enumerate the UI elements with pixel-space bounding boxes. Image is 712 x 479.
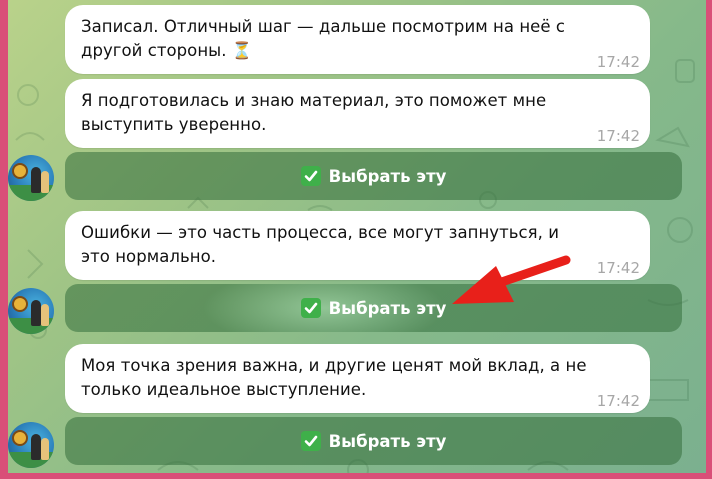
button-label: Выбрать эту — [328, 166, 447, 186]
message-time: 17:42 — [596, 259, 640, 277]
avatar-figure — [31, 300, 41, 326]
message-bubble: Записал. Отличный шаг — дальше посмотрим… — [65, 5, 650, 74]
message-bubble: Моя точка зрения важна, и другие ценят м… — [65, 344, 650, 413]
chat-window: Записал. Отличный шаг — дальше посмотрим… — [8, 0, 706, 473]
avatar-figure — [41, 171, 49, 193]
choose-option-button[interactable]: Выбрать эту — [65, 284, 682, 332]
check-mark-icon — [300, 166, 321, 186]
check-mark-icon — [300, 431, 321, 451]
red-arrow-pointer-icon — [452, 255, 571, 304]
bot-avatar[interactable] — [8, 155, 54, 201]
message-text: Я подготовилась и знаю материал, это пом… — [81, 91, 547, 134]
message-time: 17:42 — [596, 127, 640, 145]
message-text: Моя точка зрения важна, и другие ценят м… — [81, 356, 587, 399]
choose-option-button[interactable]: Выбрать эту — [65, 152, 682, 200]
avatar-sun — [12, 163, 28, 179]
check-mark-icon — [300, 298, 321, 318]
choose-option-button[interactable]: Выбрать эту — [65, 417, 682, 465]
avatar-sun — [12, 430, 28, 446]
bot-avatar[interactable] — [8, 288, 54, 334]
button-label: Выбрать эту — [328, 431, 447, 451]
message-text: Записал. Отличный шаг — дальше посмотрим… — [81, 17, 565, 60]
bot-avatar[interactable] — [8, 422, 54, 468]
avatar-figure — [41, 304, 49, 326]
avatar-figure — [41, 438, 49, 460]
avatar-figure — [31, 434, 41, 460]
message-time: 17:42 — [596, 53, 640, 71]
message-time: 17:42 — [596, 392, 640, 410]
message-bubble: Я подготовилась и знаю материал, это пом… — [65, 79, 650, 148]
button-label: Выбрать эту — [328, 298, 447, 318]
avatar-sun — [12, 296, 28, 312]
avatar-figure — [31, 167, 41, 193]
